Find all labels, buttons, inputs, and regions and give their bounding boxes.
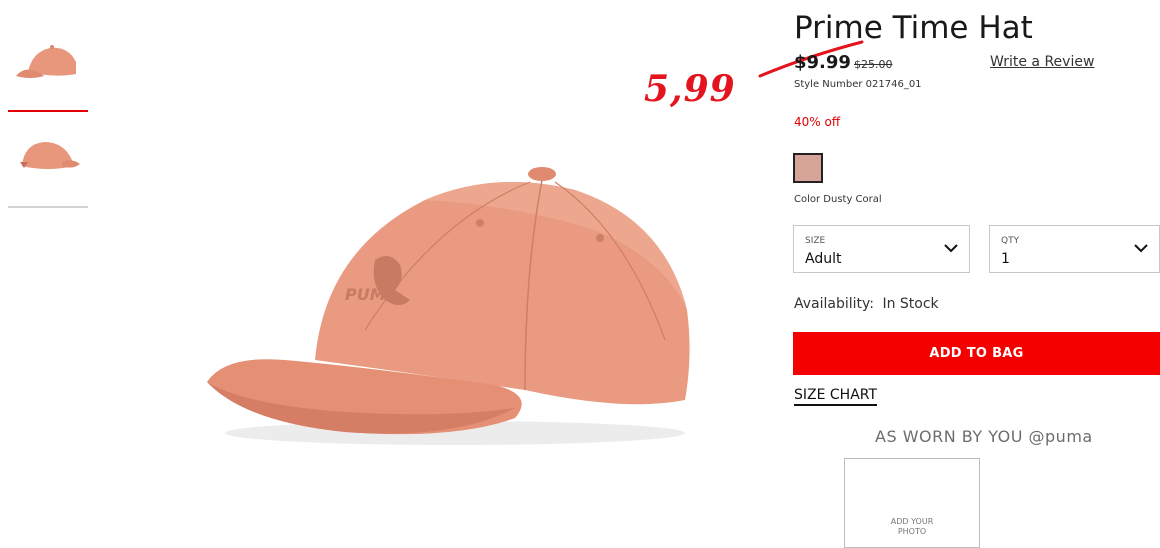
discount-badge: 40% off <box>794 115 841 129</box>
hat-thumbnail-image <box>20 142 80 169</box>
quantity-select[interactable]: QTY 1 <box>989 225 1160 273</box>
svg-text:PUMA: PUMA <box>345 285 398 304</box>
availability: Availability: In Stock <box>794 296 939 312</box>
swatch-color-fill <box>797 157 819 179</box>
chevron-down-icon <box>1134 244 1148 253</box>
thumbnail-list <box>8 28 88 208</box>
thumbnail-back-view[interactable] <box>8 122 88 208</box>
annotated-new-price: 5,99 <box>644 68 736 110</box>
thumbnail-side-view[interactable] <box>8 28 88 112</box>
hat-thumbnail-image <box>16 45 76 78</box>
sale-price: $9.99 <box>794 52 851 73</box>
size-select-label: SIZE <box>805 236 826 246</box>
add-to-bag-button[interactable]: ADD TO BAG <box>793 332 1160 375</box>
chevron-down-icon <box>944 244 958 253</box>
product-main-image: PUMA <box>207 167 690 445</box>
original-price: $25.00 <box>854 58 893 71</box>
availability-label: Availability: <box>794 296 875 312</box>
color-swatch-dusty-coral[interactable] <box>793 153 823 183</box>
qty-select-value: 1 <box>1001 251 1010 267</box>
product-title: Prime Time Hat <box>794 10 1033 46</box>
size-select-value: Adult <box>805 251 842 267</box>
ugc-heading: AS WORN BY YOU @puma <box>875 427 1093 446</box>
availability-value: In Stock <box>882 296 939 312</box>
write-review-link[interactable]: Write a Review <box>990 54 1094 70</box>
add-photo-button[interactable]: ADD YOUR PHOTO <box>844 458 980 548</box>
size-select[interactable]: SIZE Adult <box>793 225 970 273</box>
add-photo-label: ADD YOUR PHOTO <box>890 517 934 536</box>
color-label: Color Dusty Coral <box>794 194 882 205</box>
size-chart-link[interactable]: SIZE CHART <box>794 387 878 406</box>
style-number: Style Number 021746_01 <box>794 79 922 90</box>
qty-select-label: QTY <box>1001 236 1020 246</box>
